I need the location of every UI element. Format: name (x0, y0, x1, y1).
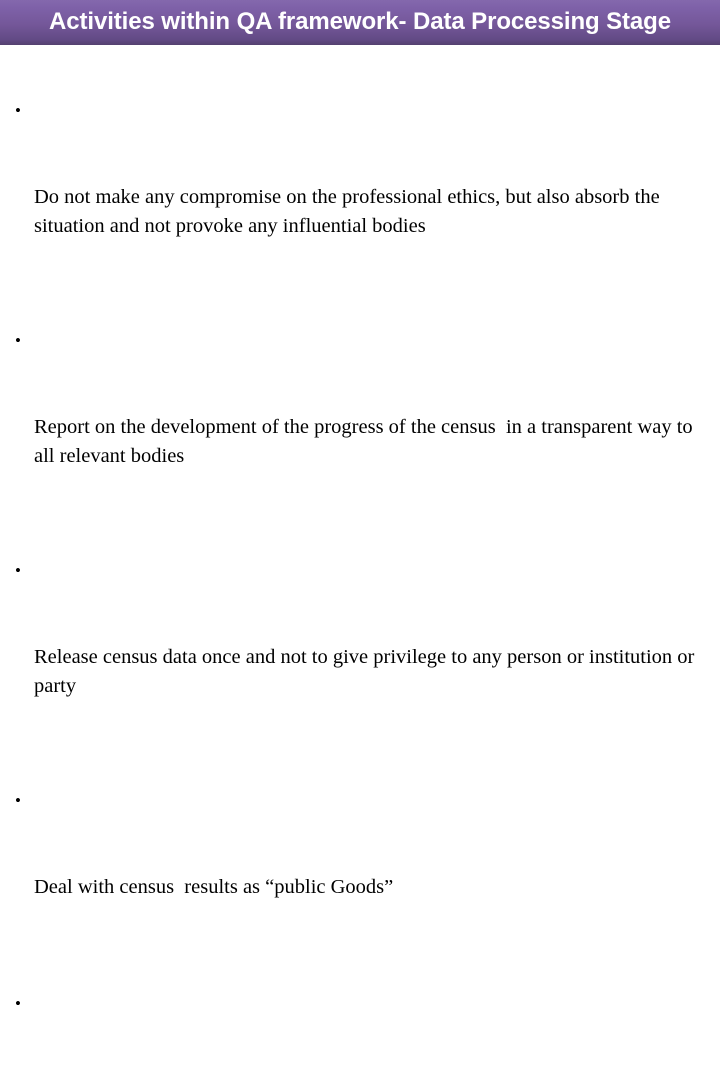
list-item: • Do not make any compromise on the prof… (8, 96, 698, 299)
bullet-marker-icon: • (15, 561, 21, 580)
slide: Activities within QA framework- Data Pro… (0, 0, 720, 1080)
list-item-text: Do not make any compromise on the profes… (34, 186, 665, 237)
bullet-marker-icon: • (15, 331, 21, 350)
list-item-text: Release census data once and not to give… (34, 646, 700, 697)
slide-body: • Do not make any compromise on the prof… (0, 45, 720, 1080)
list-item: • Report on the development of the progr… (8, 326, 698, 529)
bullet-list: • Do not make any compromise on the prof… (8, 96, 698, 1080)
list-item: • Do not release the data before checkin… (8, 989, 698, 1080)
list-item-text: Do not release the data before checking … (34, 1076, 698, 1080)
list-item-text: Report on the development of the progres… (34, 416, 698, 467)
bullet-marker-icon: • (15, 994, 21, 1013)
bullet-marker-icon: • (15, 101, 21, 120)
page-title: Activities within QA framework- Data Pro… (49, 7, 671, 35)
list-item-text: Deal with census results as “public Good… (34, 876, 394, 898)
list-item: • Deal with census results as “public Go… (8, 786, 698, 960)
bullet-marker-icon: • (15, 791, 21, 810)
list-item: • Release census data once and not to gi… (8, 556, 698, 759)
slide-title-bar: Activities within QA framework- Data Pro… (0, 0, 720, 45)
